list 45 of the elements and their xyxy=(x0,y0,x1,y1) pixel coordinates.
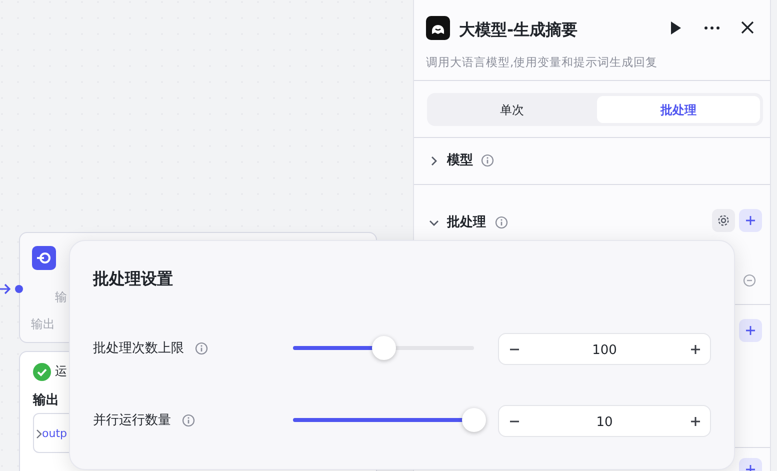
stepper-value: 100 xyxy=(591,342,618,360)
plus-icon xyxy=(690,344,700,354)
panel-title: 大模型-生成摘要 xyxy=(459,19,578,41)
port-dot-icon xyxy=(14,284,24,294)
chevron-icon xyxy=(36,429,42,439)
play-icon xyxy=(670,21,682,35)
slider-thumb[interactable] xyxy=(462,408,486,432)
info-icon xyxy=(481,154,494,167)
chevron-down-icon[interactable] xyxy=(429,218,439,228)
output-value: outp xyxy=(42,426,67,442)
status-text: 运 xyxy=(55,364,67,378)
info-icon xyxy=(182,414,195,427)
info-icon xyxy=(195,342,208,355)
add-button[interactable] xyxy=(739,209,762,232)
section-title: 批处理 xyxy=(447,214,486,232)
add-button[interactable] xyxy=(739,458,762,471)
gear-icon xyxy=(717,214,730,227)
add-button[interactable] xyxy=(739,319,762,342)
chevron-right-icon[interactable] xyxy=(429,156,439,166)
check-icon xyxy=(33,363,51,381)
close-icon xyxy=(741,21,754,34)
number-stepper[interactable]: 10 xyxy=(498,405,711,437)
settings-button[interactable] xyxy=(712,209,735,232)
arrow-icon xyxy=(0,283,11,295)
plus-icon xyxy=(745,325,756,336)
plus-icon xyxy=(745,215,756,226)
node-icon xyxy=(32,246,56,270)
more-icon xyxy=(704,26,720,30)
mode-tab[interactable]: 批处理 xyxy=(596,96,760,123)
ghost-logo-icon xyxy=(426,16,450,40)
output-label: 输出 xyxy=(33,392,59,410)
stepper-value: 10 xyxy=(595,414,614,432)
node-text: 输 xyxy=(55,289,67,306)
setting-label: 批处理次数上限 xyxy=(93,340,184,358)
slider-thumb[interactable] xyxy=(372,336,396,360)
section-title: 模型 xyxy=(447,152,473,170)
plus-icon xyxy=(690,416,700,426)
number-stepper[interactable]: 100 xyxy=(498,333,711,365)
popover-title: 批处理设置 xyxy=(93,268,173,290)
panel-description: 调用大语言模型,使用变量和提示词生成回复 xyxy=(426,54,658,71)
mode-tab[interactable]: 单次 xyxy=(430,96,594,123)
plus-icon xyxy=(745,464,756,471)
info-icon xyxy=(495,216,508,229)
node-text: 输出 xyxy=(31,316,55,333)
setting-label: 并行运行数量 xyxy=(93,412,171,430)
